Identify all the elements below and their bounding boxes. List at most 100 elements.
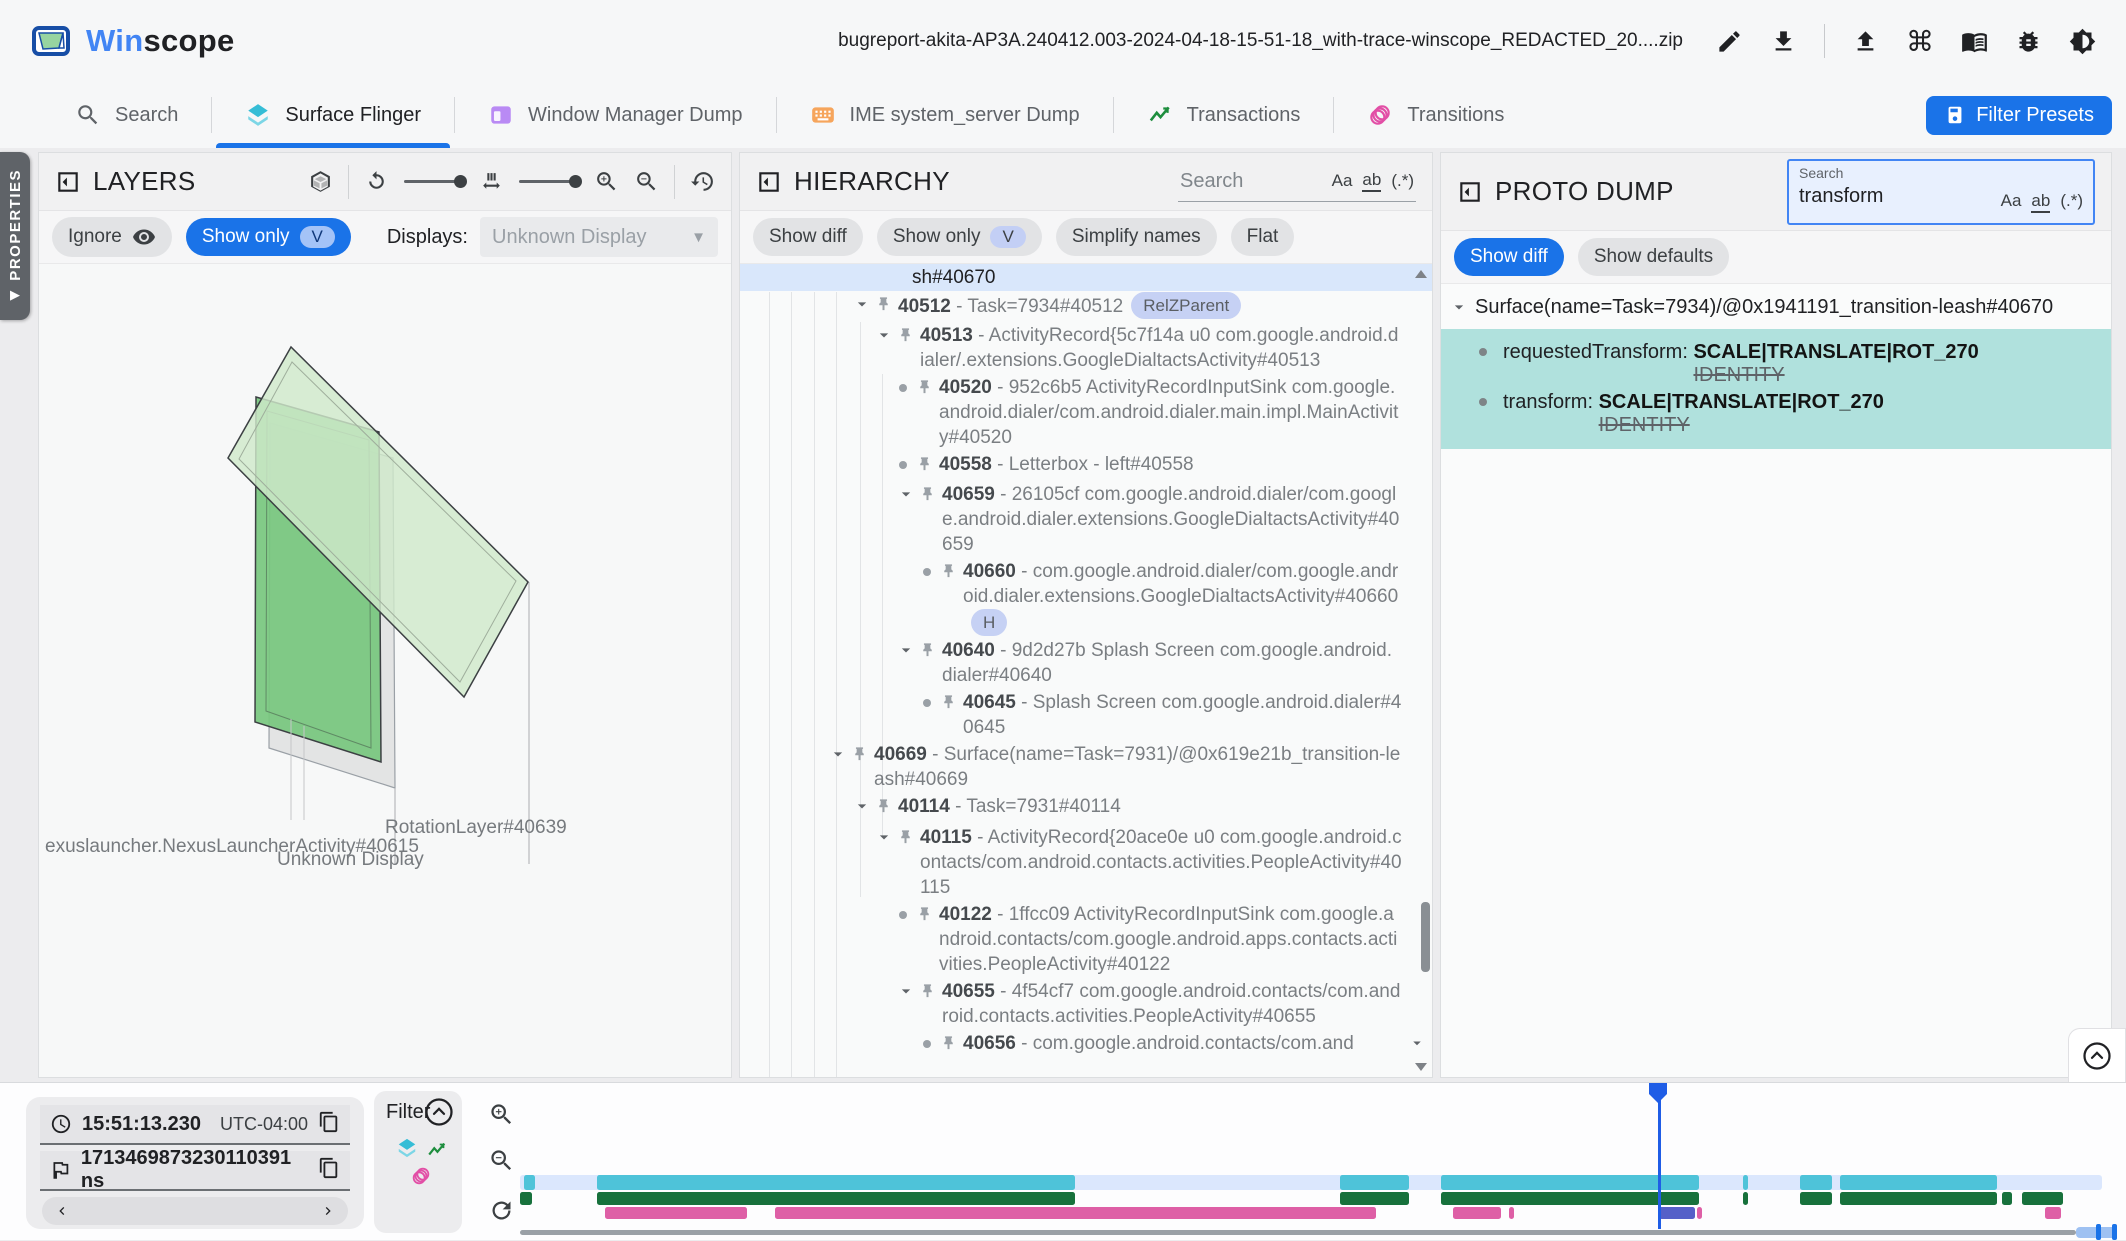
transitions-event[interactable] (605, 1207, 747, 1219)
hierarchy-search-input[interactable]: Search Aa ab (.*) (1178, 162, 1416, 202)
timeline-cursor-handle[interactable] (1649, 1083, 1667, 1103)
show-only-chip[interactable]: Show only V (877, 218, 1042, 256)
rotate-button[interactable] (364, 169, 389, 194)
zoom-in-button[interactable] (594, 169, 619, 194)
displays-select[interactable]: Unknown Display ▼ (480, 217, 718, 257)
show-defaults-chip[interactable]: Show defaults (1578, 238, 1729, 276)
tab-transitions[interactable]: Transitions (1334, 82, 1537, 148)
upload-button[interactable] (1852, 28, 1879, 55)
pin-icon[interactable] (940, 1034, 957, 1059)
simplify-names-chip[interactable]: Simplify names (1056, 218, 1217, 256)
transitions-event[interactable] (1453, 1207, 1501, 1219)
collapse-arrow-icon[interactable] (874, 325, 896, 352)
timeline-cursor[interactable] (1658, 1085, 1661, 1229)
transactions-event[interactable] (520, 1192, 532, 1205)
pin-icon[interactable] (916, 378, 933, 403)
zoom-in-button[interactable] (488, 1101, 515, 1133)
hierarchy-node[interactable]: 40660 - com.google.android.dialer/com.go… (740, 558, 1432, 637)
pin-icon[interactable] (851, 745, 868, 770)
filter-collapse-button[interactable] (424, 1097, 454, 1132)
transitions-event[interactable] (775, 1207, 1376, 1219)
current-ns-timestamp[interactable]: 1713469873230110391 ns (81, 1147, 308, 1193)
timeline-collapse-button[interactable] (2068, 1028, 2126, 1082)
match-case-icon[interactable]: Aa (1332, 171, 1353, 191)
hierarchy-node[interactable]: 40558 - Letterbox - left#40558 (740, 451, 1432, 481)
surfaceflinger-event[interactable] (1800, 1175, 1832, 1190)
surfaceflinger-event[interactable] (524, 1175, 535, 1190)
filter-presets-button[interactable]: Filter Presets (1926, 96, 2112, 135)
pin-icon[interactable] (919, 485, 936, 510)
collapse-arrow-icon[interactable] (852, 294, 874, 321)
surfaceflinger-event[interactable] (1840, 1175, 1997, 1190)
transitions-trace-icon[interactable] (410, 1165, 432, 1192)
transitions-event[interactable] (1509, 1207, 1514, 1219)
transactions-event[interactable] (597, 1192, 1075, 1205)
transitions-event[interactable] (2045, 1207, 2061, 1219)
hierarchy-node[interactable]: 40512 - Task=7934#40512RelZParent (740, 291, 1432, 322)
regex-icon[interactable]: (.*) (1391, 171, 1414, 191)
hierarchy-node[interactable]: 40122 - 1ffcc09 ActivityRecordInputSink … (740, 901, 1432, 978)
hierarchy-node[interactable]: 40656 - com.google.android.contacts/com.… (740, 1030, 1432, 1060)
theme-button[interactable] (2069, 28, 2096, 55)
properties-collapsed-tab[interactable]: PROPERTIES ▶ (0, 152, 30, 320)
slider-control[interactable] (404, 180, 464, 183)
bug-button[interactable] (2015, 28, 2042, 55)
copy-icon[interactable] (318, 1157, 340, 1184)
pin-icon[interactable] (940, 562, 957, 587)
proto-root-node[interactable]: Surface(name=Task=7934)/@0x1941191_trans… (1441, 294, 2111, 329)
proto-search-input[interactable]: Search transform Aa ab (.*) (1787, 159, 2095, 225)
pencil-button[interactable] (1716, 28, 1743, 55)
tab-search[interactable]: Search (42, 82, 211, 148)
pin-icon[interactable] (916, 905, 933, 930)
collapse-arrow-icon[interactable] (828, 744, 850, 771)
ignore-chip[interactable]: Ignore (52, 217, 172, 257)
layers-3d-canvas[interactable]: RotationLayer#40639 exuslauncher.NexusLa… (39, 264, 731, 1077)
transactions-event[interactable] (1743, 1192, 1748, 1205)
pin-icon[interactable] (875, 797, 892, 822)
collapse-arrow-icon[interactable] (896, 981, 918, 1008)
hierarchy-node[interactable]: 40513 - ActivityRecord{5c7f14a u0 com.go… (740, 322, 1432, 374)
scrollbar-thumb[interactable] (1421, 902, 1430, 972)
chevron-down-icon[interactable] (1408, 1034, 1426, 1059)
proto-property[interactable]: transform: SCALE|TRANSLATE|ROT_270transf… (1441, 387, 2111, 437)
surfaceflinger-event[interactable] (1743, 1175, 1748, 1190)
chevron-right-icon[interactable] (320, 1203, 336, 1219)
hierarchy-node[interactable]: sh#40670 (740, 264, 1432, 291)
history-button[interactable] (690, 169, 715, 194)
refresh-button[interactable] (488, 1197, 515, 1229)
hierarchy-node[interactable]: 40520 - 952c6b5 ActivityRecordInputSink … (740, 374, 1432, 451)
transitions-event[interactable] (1697, 1207, 1702, 1219)
cube-button[interactable] (308, 169, 333, 194)
selected-transition-event[interactable] (1659, 1207, 1695, 1219)
pin-icon[interactable] (919, 641, 936, 666)
match-word-icon[interactable]: ab (2031, 191, 2050, 213)
scroll-up-icon[interactable] (1415, 270, 1427, 278)
hierarchy-node[interactable]: 40640 - 9d2d27b Splash Screen com.google… (740, 637, 1432, 689)
tab-transactions[interactable]: Transactions (1114, 82, 1334, 148)
show-diff-chip[interactable]: Show diff (753, 218, 863, 256)
surfaceflinger-trace-icon[interactable] (396, 1137, 418, 1164)
transactions-trace-icon[interactable] (426, 1139, 448, 1166)
tab-surface-flinger[interactable]: Surface Flinger (212, 82, 454, 148)
pin-icon[interactable] (897, 326, 914, 351)
pin-icon[interactable] (919, 982, 936, 1007)
regex-icon[interactable]: (.*) (2060, 191, 2083, 213)
collapse-arrow-icon[interactable] (1449, 297, 1471, 323)
download-button[interactable] (1770, 28, 1797, 55)
transactions-event[interactable] (1800, 1192, 1832, 1205)
transactions-event[interactable] (2022, 1192, 2063, 1205)
transactions-event[interactable] (1840, 1192, 1997, 1205)
surfaceflinger-event[interactable] (597, 1175, 1075, 1190)
zoom-out-button[interactable] (488, 1147, 515, 1179)
collapse-arrow-icon[interactable] (852, 796, 874, 823)
pin-icon[interactable] (916, 455, 933, 480)
book-button[interactable] (1961, 28, 1988, 55)
command-button[interactable]: ⌘ (1906, 28, 1934, 55)
transactions-event[interactable] (1340, 1192, 1409, 1205)
slider-control[interactable] (519, 180, 579, 183)
show-only-chip[interactable]: Show only V (186, 218, 351, 256)
tab-ime-system-server-dump[interactable]: IME system_server Dump (777, 82, 1113, 148)
hierarchy-node[interactable]: 40659 - 26105cf com.google.android.diale… (740, 481, 1432, 558)
slider-handle[interactable] (2096, 1224, 2101, 1240)
scroll-down-icon[interactable] (1415, 1063, 1427, 1071)
